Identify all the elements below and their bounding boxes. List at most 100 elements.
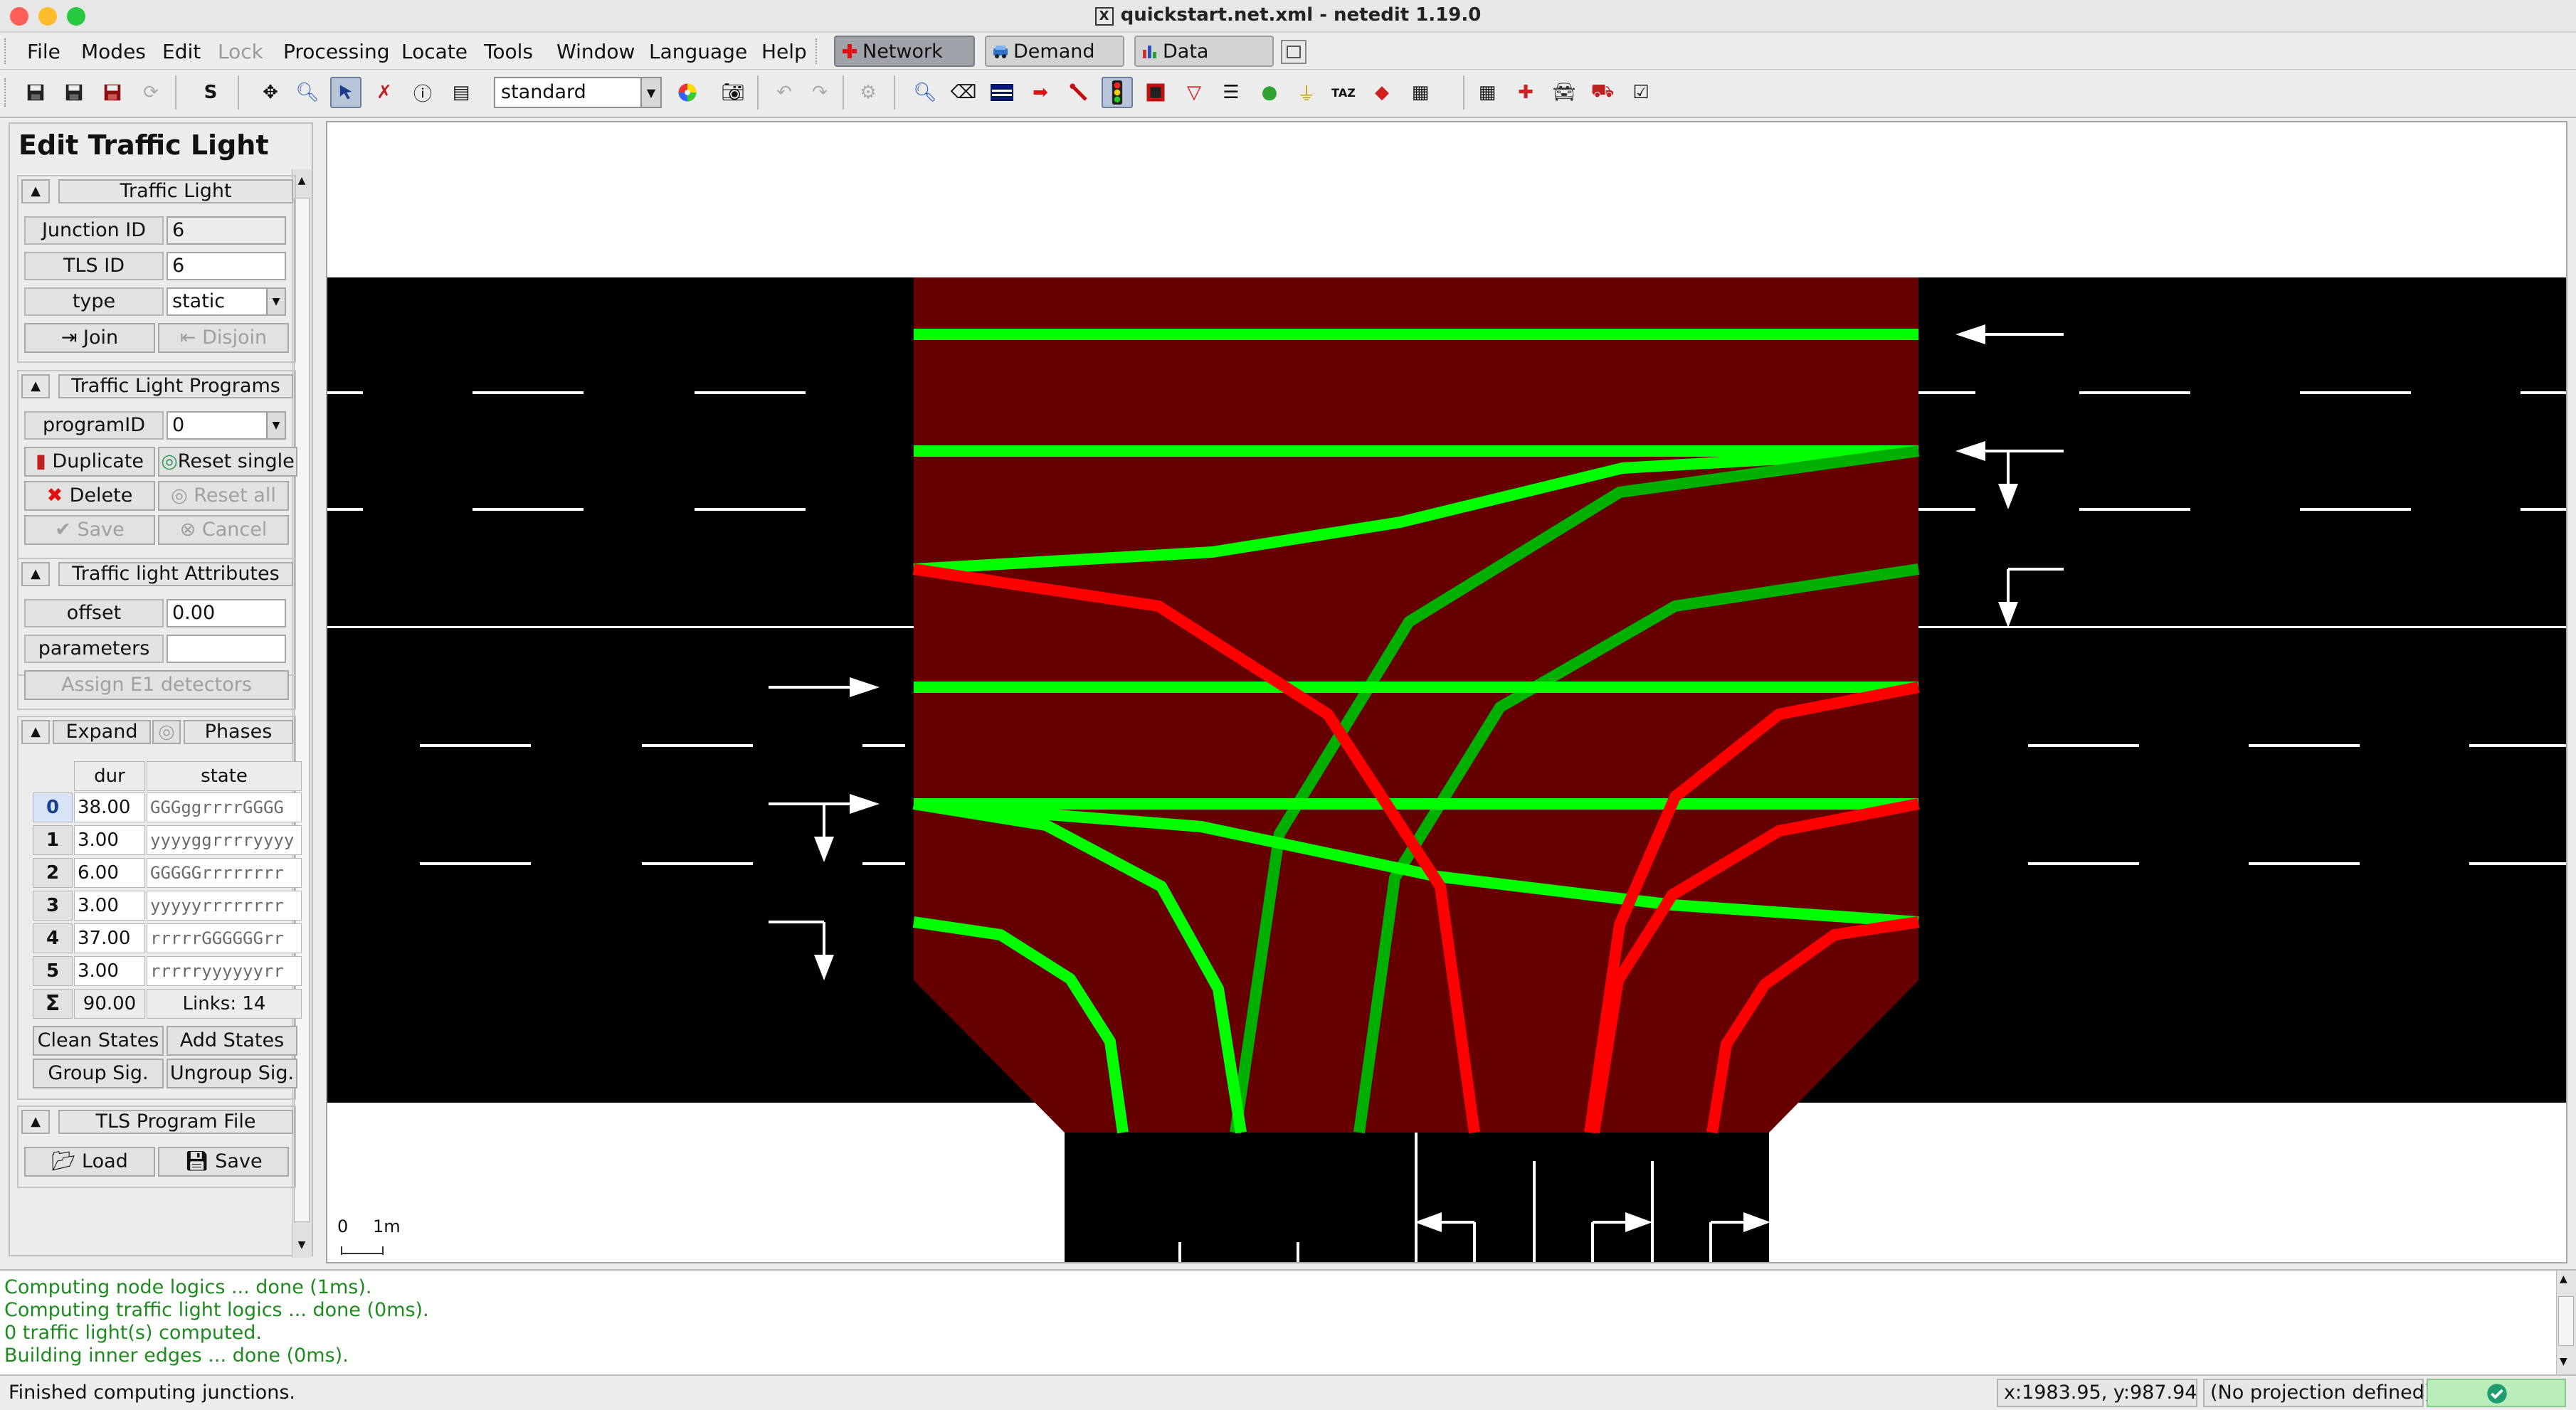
- toggle-view-button[interactable]: [1281, 40, 1307, 64]
- refresh-phases-icon[interactable]: ◎: [152, 720, 181, 744]
- phase-state[interactable]: rrrrryyyyyyrr: [147, 956, 302, 986]
- new-network-icon[interactable]: [20, 77, 51, 108]
- duplicate-button[interactable]: ▮ Duplicate: [24, 447, 155, 477]
- junction-shape-icon[interactable]: ✚: [1510, 77, 1541, 108]
- traffic-light-icon[interactable]: [1102, 77, 1133, 108]
- clean-states-button[interactable]: Clean States: [33, 1026, 164, 1056]
- taz-person-icon[interactable]: ●: [1254, 77, 1285, 108]
- decal-icon[interactable]: ⏚: [1291, 77, 1322, 108]
- phase-duration[interactable]: 37.00: [74, 923, 145, 953]
- grid-icon[interactable]: ▦: [1472, 77, 1503, 108]
- group-signals-button[interactable]: Group Sig.: [33, 1059, 164, 1088]
- scroll-down-icon[interactable]: ▼: [294, 1234, 310, 1256]
- info-icon[interactable]: ⓘ: [407, 77, 438, 108]
- phase-index[interactable]: 0: [33, 793, 73, 822]
- merge-icon[interactable]: ⛟: [1587, 77, 1618, 108]
- save-program-button[interactable]: ✔ Save: [24, 515, 155, 545]
- taz-icon[interactable]: TAZ: [1328, 77, 1359, 108]
- assign-e1-detectors-button[interactable]: Assign E1 detectors: [24, 670, 289, 700]
- menu-tools[interactable]: Tools: [481, 37, 536, 66]
- join-button[interactable]: ⇥ Join: [24, 323, 155, 353]
- prohibition-icon[interactable]: [1063, 77, 1094, 108]
- delete-mode-icon[interactable]: ✗: [369, 77, 400, 108]
- parameters-input[interactable]: [167, 635, 286, 663]
- phase-index[interactable]: 5: [33, 956, 73, 986]
- select-icon[interactable]: [330, 77, 361, 108]
- phase-state[interactable]: rrrrrGGGGGGrr: [147, 923, 302, 953]
- collapse-phases-button[interactable]: ▲: [21, 720, 50, 744]
- phase-state[interactable]: yyyyggrrrryyyy: [147, 825, 302, 855]
- phase-duration[interactable]: 3.00: [74, 825, 145, 855]
- s-mode-icon[interactable]: S: [195, 77, 226, 108]
- message-log[interactable]: Computing node logics ... done (1ms). Co…: [0, 1269, 2576, 1374]
- tls-id-input[interactable]: 6: [167, 252, 286, 280]
- phase-duration[interactable]: 38.00: [74, 793, 145, 822]
- supermode-data-button[interactable]: Data: [1134, 36, 1274, 67]
- menu-window[interactable]: Window: [554, 37, 638, 66]
- menu-lock[interactable]: Lock: [215, 37, 266, 66]
- ungroup-signals-button[interactable]: Ungroup Sig.: [167, 1059, 297, 1088]
- save-program-file-button[interactable]: 💾︎ Save: [158, 1147, 289, 1177]
- load-program-button[interactable]: 📂︎ Load: [24, 1147, 155, 1177]
- scroll-up-icon[interactable]: ▲: [2560, 1273, 2567, 1285]
- phase-index[interactable]: 3: [33, 891, 73, 921]
- phase-index[interactable]: 1: [33, 825, 73, 855]
- type-select[interactable]: static ▼: [167, 287, 286, 316]
- supermode-demand-button[interactable]: Demand: [985, 36, 1124, 67]
- color-wheel-icon[interactable]: [672, 77, 703, 108]
- log-scroll-thumb[interactable]: [2558, 1296, 2574, 1346]
- menu-modes[interactable]: Modes: [78, 37, 149, 66]
- collapse-program-file-button[interactable]: ▲: [21, 1110, 50, 1134]
- save-network-icon[interactable]: [58, 77, 90, 108]
- delete-button[interactable]: ✖ Delete: [24, 481, 155, 511]
- lines-icon[interactable]: ☰: [1215, 77, 1247, 108]
- wire-icon[interactable]: ▽: [1178, 77, 1210, 108]
- undo-icon[interactable]: ↶: [769, 77, 800, 108]
- menu-locate[interactable]: Locate: [398, 37, 470, 66]
- offset-input[interactable]: 0.00: [167, 599, 286, 627]
- phase-duration[interactable]: 3.00: [74, 956, 145, 986]
- menu-processing[interactable]: Processing: [280, 37, 393, 66]
- vehicle-route-icon[interactable]: 🚘︎: [1548, 77, 1580, 108]
- phase-index[interactable]: 4: [33, 923, 73, 953]
- compute-icon[interactable]: ⚙: [852, 77, 884, 108]
- redo-icon[interactable]: ↷: [804, 77, 835, 108]
- menu-help[interactable]: Help: [759, 37, 810, 66]
- cancel-program-button[interactable]: ⊗ Cancel: [158, 515, 289, 545]
- phase-duration[interactable]: 3.00: [74, 891, 145, 921]
- checklist-icon[interactable]: ☑: [1625, 77, 1657, 108]
- color-scheme-select[interactable]: standard ▼: [494, 77, 662, 108]
- network-view[interactable]: [327, 122, 2567, 1263]
- camera-icon[interactable]: 📷︎: [717, 77, 749, 108]
- network-canvas[interactable]: 0 1m: [326, 121, 2567, 1263]
- phase-state[interactable]: yyyyyrrrrrrrr: [147, 891, 302, 921]
- expand-button[interactable]: Expand: [53, 720, 151, 744]
- additional-icon[interactable]: [1140, 77, 1171, 108]
- log-scrollbar[interactable]: ▲ ▼: [2556, 1271, 2576, 1374]
- menu-edit[interactable]: Edit: [159, 37, 204, 66]
- connection-icon[interactable]: ➡: [1025, 77, 1056, 108]
- save-all-icon[interactable]: [97, 77, 128, 108]
- junction-shape[interactable]: [914, 277, 1918, 1133]
- menu-file[interactable]: File: [24, 37, 63, 66]
- scroll-down-icon[interactable]: ▼: [2560, 1356, 2567, 1367]
- reset-all-button[interactable]: ◎ Reset all: [158, 481, 289, 511]
- shape-icon[interactable]: ◆: [1366, 77, 1398, 108]
- phase-index[interactable]: 2: [33, 858, 73, 888]
- move-icon[interactable]: ✥: [255, 77, 286, 108]
- inspect-icon[interactable]: 🔍︎: [292, 77, 323, 108]
- phase-state[interactable]: GGGggrrrrGGGG: [147, 793, 302, 822]
- wire-edit-icon[interactable]: ▦: [1405, 77, 1436, 108]
- eraser-icon[interactable]: ⌫: [948, 77, 979, 108]
- reset-single-button[interactable]: ◎Reset single: [158, 447, 297, 477]
- collapse-attributes-button[interactable]: ▲: [21, 562, 50, 586]
- collapse-traffic-light-button[interactable]: ▲: [21, 179, 50, 203]
- program-id-select[interactable]: 0 ▼: [167, 411, 286, 440]
- menu-language[interactable]: Language: [646, 37, 750, 66]
- network-inspect-icon[interactable]: 🔍︎: [909, 77, 941, 108]
- crossing-icon[interactable]: [986, 77, 1018, 108]
- phase-duration[interactable]: 6.00: [74, 858, 145, 888]
- menu-icon[interactable]: ▤: [445, 77, 477, 108]
- disjoin-button[interactable]: ⇤ Disjoin: [158, 323, 289, 353]
- supermode-network-button[interactable]: Network: [834, 36, 975, 67]
